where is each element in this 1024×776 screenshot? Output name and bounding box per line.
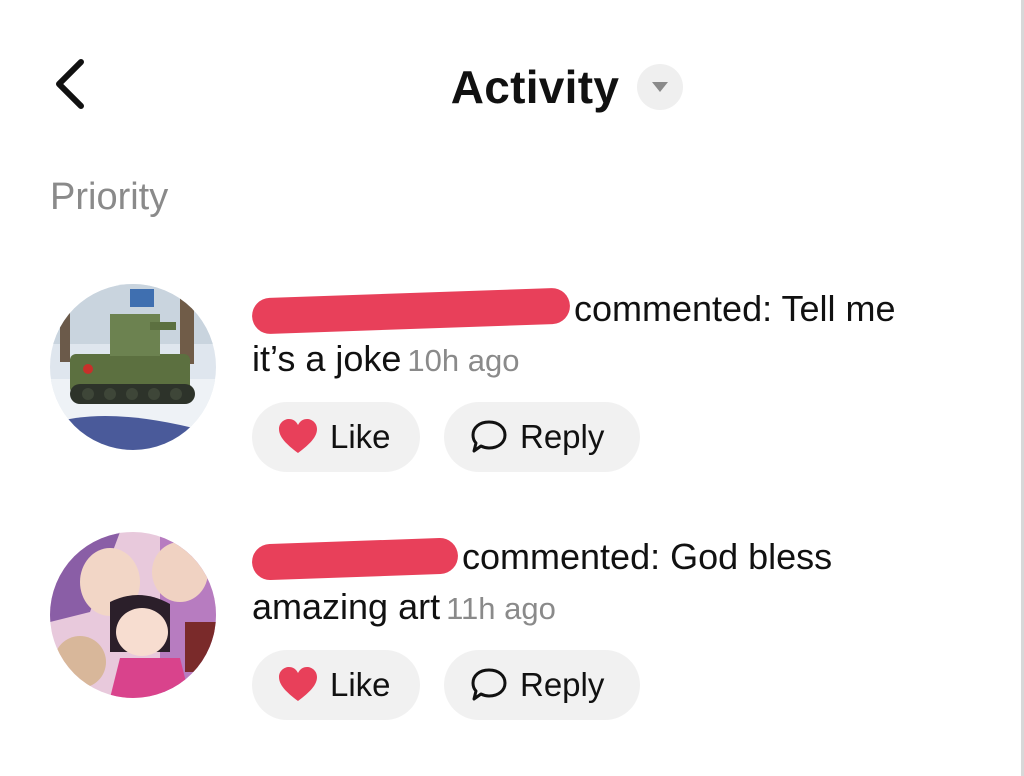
like-label: Like <box>330 418 391 455</box>
avatar[interactable] <box>50 532 216 698</box>
speech-bubble-icon <box>470 667 508 703</box>
reply-label: Reply <box>520 666 605 703</box>
avatar[interactable] <box>50 284 216 450</box>
tank-avatar-image <box>50 284 216 450</box>
heart-icon <box>278 419 318 455</box>
reply-button[interactable]: Reply <box>444 650 640 720</box>
activity-screen: Activity Priority commented: Tell me it’… <box>0 0 1024 776</box>
anime-art-avatar-image <box>50 532 216 698</box>
notification-text: commented: Tell me it’s a joke 10h ago <box>251 284 992 386</box>
section-heading-priority: Priority <box>50 176 169 218</box>
reply-label: Reply <box>520 418 605 455</box>
like-label: Like <box>330 666 391 703</box>
comment-text: amazing art <box>252 586 441 627</box>
speech-bubble-icon <box>470 419 508 455</box>
heart-icon <box>278 667 318 703</box>
notification-action: commented: Tell me <box>574 288 896 329</box>
activity-filter-toggle[interactable]: Activity <box>451 60 684 114</box>
like-button[interactable]: Like <box>252 402 420 472</box>
timestamp: 10h ago <box>407 343 520 378</box>
redacted-username <box>251 287 571 336</box>
caret-down-icon <box>652 82 669 92</box>
comment-text: it’s a joke <box>252 338 402 379</box>
redacted-username <box>251 537 459 582</box>
page-title: Activity <box>450 61 620 113</box>
header: Activity <box>0 52 1024 122</box>
dropdown-button[interactable] <box>637 64 684 110</box>
notification-action: commented: God bless <box>462 536 833 577</box>
like-button[interactable]: Like <box>252 650 420 720</box>
timestamp: 11h ago <box>446 591 556 626</box>
reply-button[interactable]: Reply <box>444 402 640 472</box>
notification-text: commented: God bless amazing art 11h ago <box>251 532 992 634</box>
